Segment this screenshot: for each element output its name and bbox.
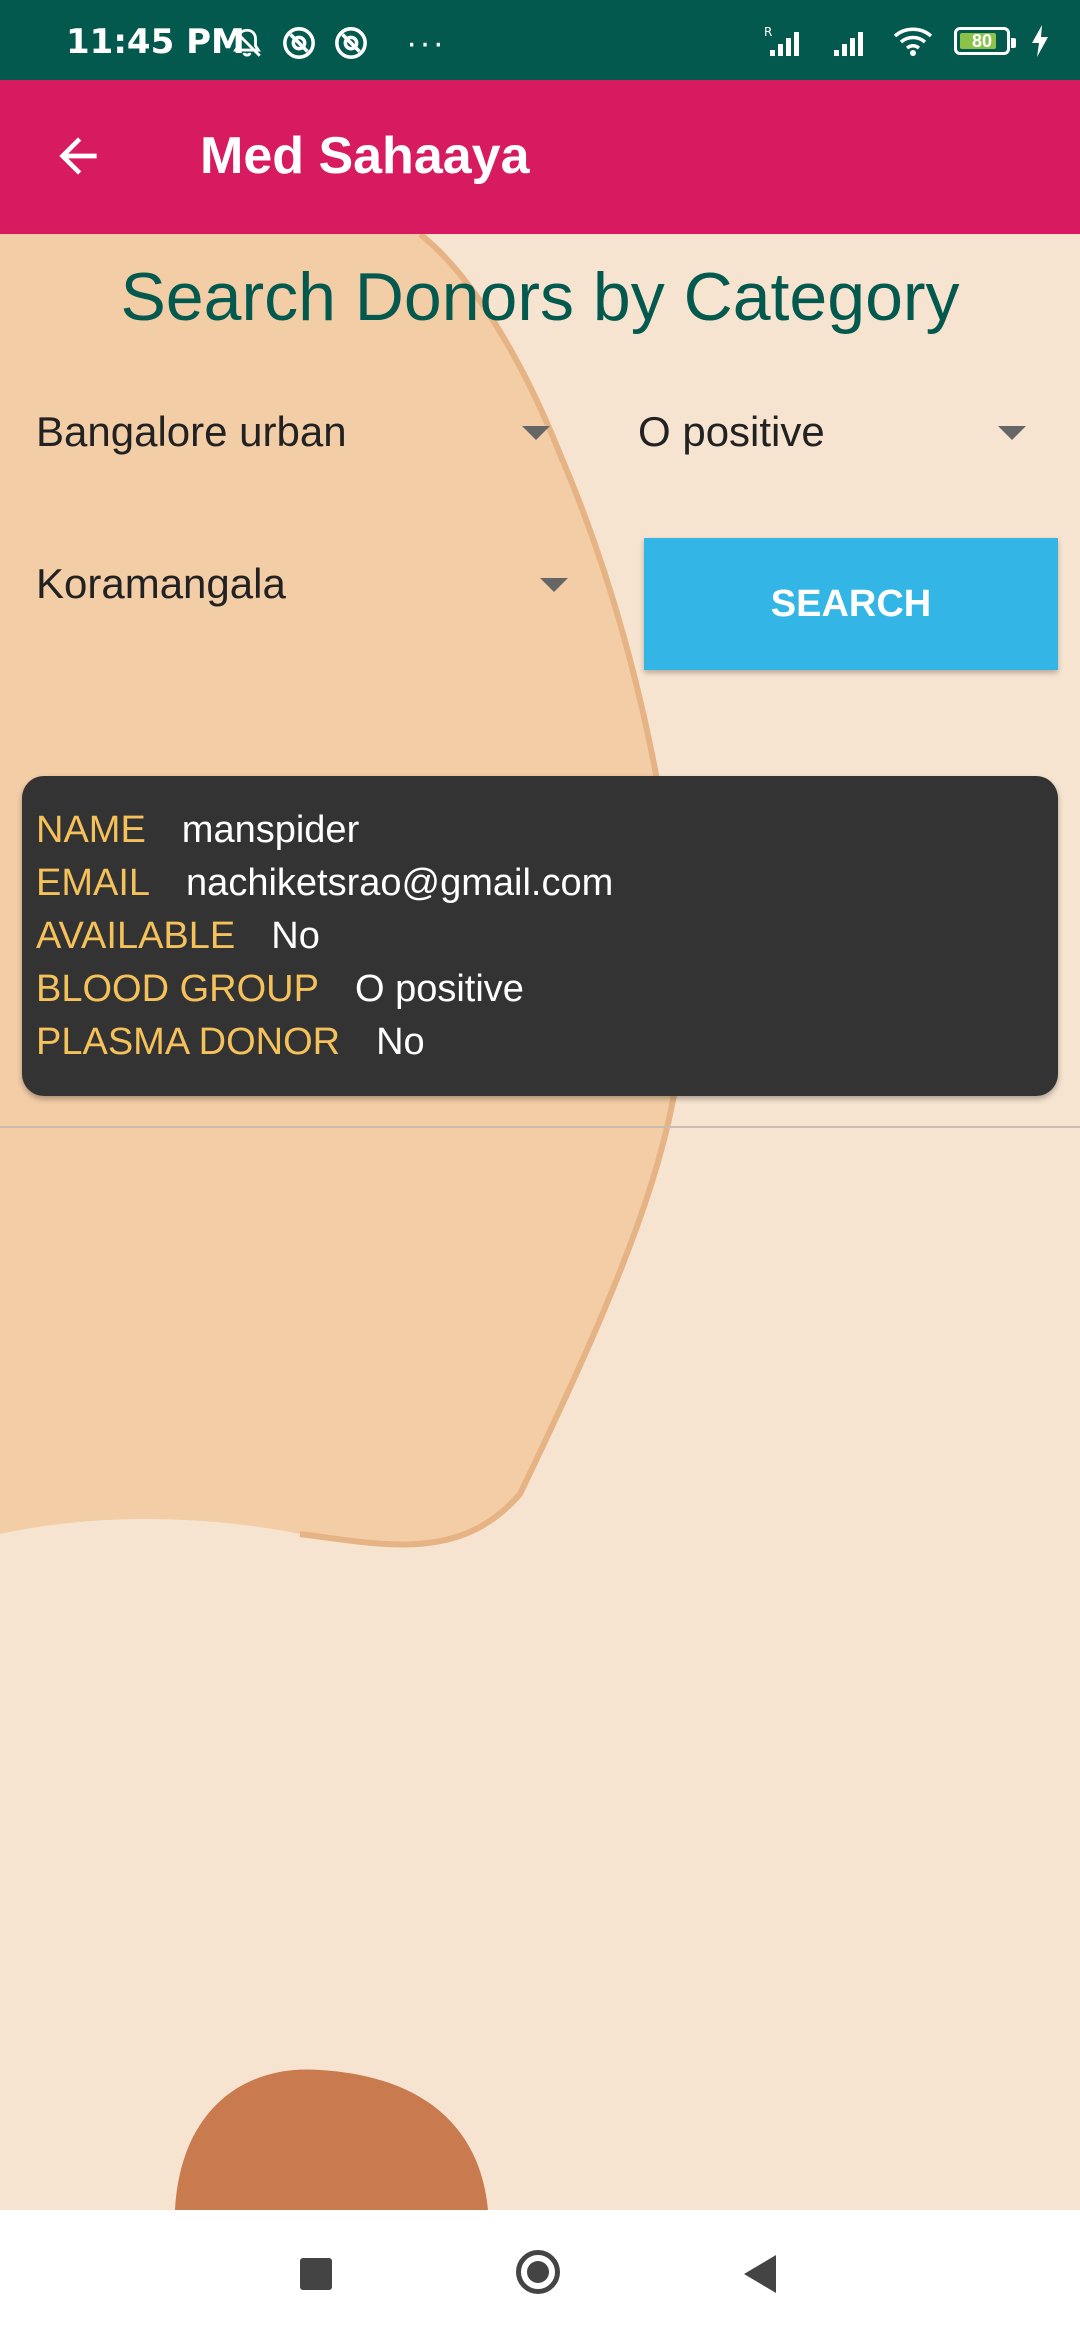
donor-available-label: AVAILABLE bbox=[36, 915, 236, 957]
arrow-left-icon[interactable] bbox=[50, 128, 106, 184]
sync-icon bbox=[335, 27, 367, 59]
chevron-down-icon bbox=[998, 426, 1026, 440]
blood-group-dropdown[interactable]: O positive bbox=[638, 388, 1038, 478]
donor-available-row: AVAILABLE No bbox=[36, 915, 320, 958]
chevron-down-icon bbox=[522, 426, 550, 440]
area-dropdown[interactable]: Koramangala bbox=[36, 540, 576, 630]
district-dropdown[interactable]: Bangalore urban bbox=[36, 388, 556, 478]
donor-name-label: NAME bbox=[36, 809, 146, 851]
status-system-icons: R 80 bbox=[764, 24, 1050, 58]
search-button[interactable]: SEARCH bbox=[644, 538, 1058, 670]
svg-text:R: R bbox=[764, 25, 772, 39]
status-bar: 11:45 PM ··· R 80 bbox=[0, 0, 1080, 80]
signal-r-icon: R bbox=[764, 25, 799, 56]
home-icon[interactable] bbox=[516, 2250, 560, 2294]
status-time: 11:45 PM bbox=[66, 22, 245, 62]
battery-percent: 80 bbox=[971, 30, 993, 51]
battery-icon: 80 bbox=[954, 27, 1016, 55]
more-notifications-icon: ··· bbox=[406, 24, 446, 62]
donor-email-row: EMAIL nachiketsrao@gmail.com bbox=[36, 862, 613, 905]
navigation-bar bbox=[0, 2210, 1080, 2340]
district-value: Bangalore urban bbox=[36, 408, 347, 455]
app-title: Med Sahaaya bbox=[200, 127, 530, 185]
donor-blood-group-value: O positive bbox=[354, 968, 524, 1010]
donor-plasma-value: No bbox=[376, 1021, 425, 1063]
muted-bell-icon bbox=[233, 28, 261, 57]
donor-plasma-label: PLASMA DONOR bbox=[36, 1021, 341, 1063]
sync-icon bbox=[283, 27, 315, 59]
page-heading: Search Donors by Category bbox=[120, 259, 960, 335]
app-bar: Med Sahaaya bbox=[0, 80, 1080, 234]
donor-name-row: NAME manspider bbox=[36, 809, 359, 852]
donor-card[interactable]: NAME manspider EMAIL nachiketsrao@gmail.co… bbox=[22, 776, 1058, 1096]
blood-group-value: O positive bbox=[638, 408, 825, 455]
recent-apps-icon[interactable] bbox=[300, 2258, 332, 2290]
wifi-icon bbox=[893, 27, 933, 56]
donor-blood-group-label: BLOOD GROUP bbox=[36, 968, 319, 1010]
background-decoration bbox=[0, 234, 687, 2210]
donor-email-label: EMAIL bbox=[36, 862, 151, 904]
back-icon[interactable] bbox=[744, 2255, 776, 2293]
donor-blood-group-row: BLOOD GROUP O positive bbox=[36, 968, 524, 1011]
charging-icon bbox=[1032, 25, 1048, 57]
donor-name-value: manspider bbox=[181, 809, 360, 851]
chevron-down-icon bbox=[540, 578, 568, 592]
status-notification-icons: ··· bbox=[230, 26, 446, 60]
donor-plasma-row: PLASMA DONOR No bbox=[36, 1021, 425, 1064]
donor-email-value: nachiketsrao@gmail.com bbox=[186, 862, 614, 904]
donor-available-value: No bbox=[271, 915, 320, 957]
list-divider bbox=[0, 1126, 1080, 1128]
area-value: Koramangala bbox=[36, 560, 286, 607]
signal-icon bbox=[834, 32, 863, 56]
